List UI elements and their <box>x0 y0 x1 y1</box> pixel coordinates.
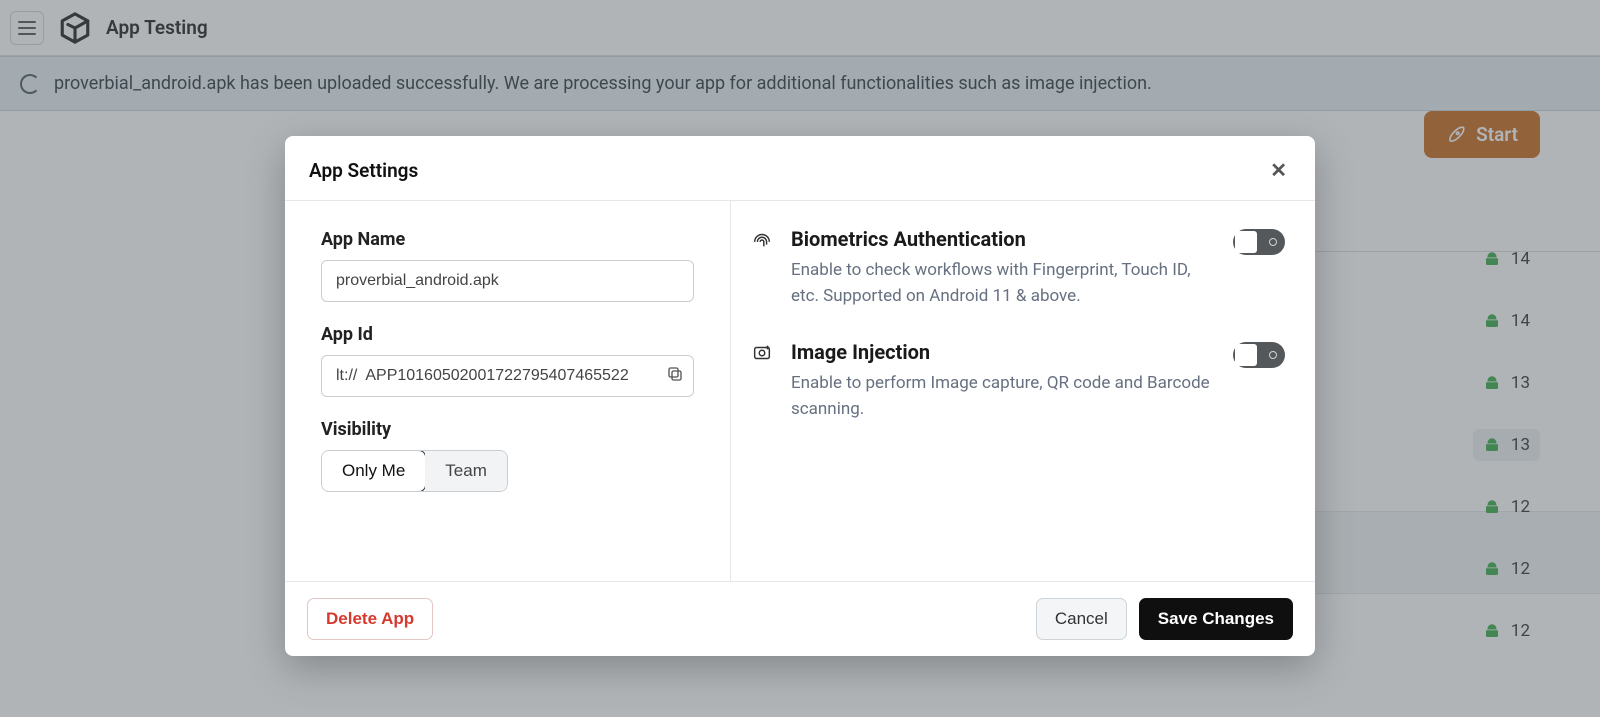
visibility-team[interactable]: Team <box>425 451 507 491</box>
save-changes-button[interactable]: Save Changes <box>1139 598 1293 640</box>
modal-title: App Settings <box>309 159 418 182</box>
modal-left-pane: App Name App Id Visibility Only Me <box>285 201 731 581</box>
app-id-label: App Id <box>321 324 694 345</box>
delete-app-button[interactable]: Delete App <box>307 598 433 640</box>
app-name-label: App Name <box>321 229 694 250</box>
setting-biometrics: Biometrics Authentication Enable to chec… <box>751 221 1285 334</box>
visibility-only-me[interactable]: Only Me <box>321 450 426 492</box>
setting-title: Image Injection <box>791 340 1217 364</box>
setting-image-injection: Image Injection Enable to perform Image … <box>751 334 1285 447</box>
cancel-button[interactable]: Cancel <box>1036 598 1127 640</box>
setting-description: Enable to perform Image capture, QR code… <box>791 370 1211 423</box>
visibility-segmented: Only Me Team <box>321 450 508 492</box>
fingerprint-icon <box>751 229 775 310</box>
image-injection-icon <box>751 342 775 423</box>
app-name-input[interactable] <box>321 260 694 302</box>
image-injection-toggle[interactable] <box>1233 342 1285 368</box>
app-settings-modal: App Settings ✕ App Name App Id <box>285 136 1315 656</box>
modal-header: App Settings ✕ <box>285 136 1315 201</box>
setting-description: Enable to check workflows with Fingerpri… <box>791 257 1211 310</box>
visibility-label: Visibility <box>321 419 694 440</box>
copy-icon[interactable] <box>666 365 684 387</box>
modal-overlay: App Settings ✕ App Name App Id <box>0 0 1600 717</box>
modal-right-pane: Biometrics Authentication Enable to chec… <box>731 201 1315 581</box>
app-id-input[interactable] <box>321 355 694 397</box>
close-icon[interactable]: ✕ <box>1266 154 1291 186</box>
setting-title: Biometrics Authentication <box>791 227 1217 251</box>
biometrics-toggle[interactable] <box>1233 229 1285 255</box>
modal-footer: Delete App Cancel Save Changes <box>285 581 1315 656</box>
